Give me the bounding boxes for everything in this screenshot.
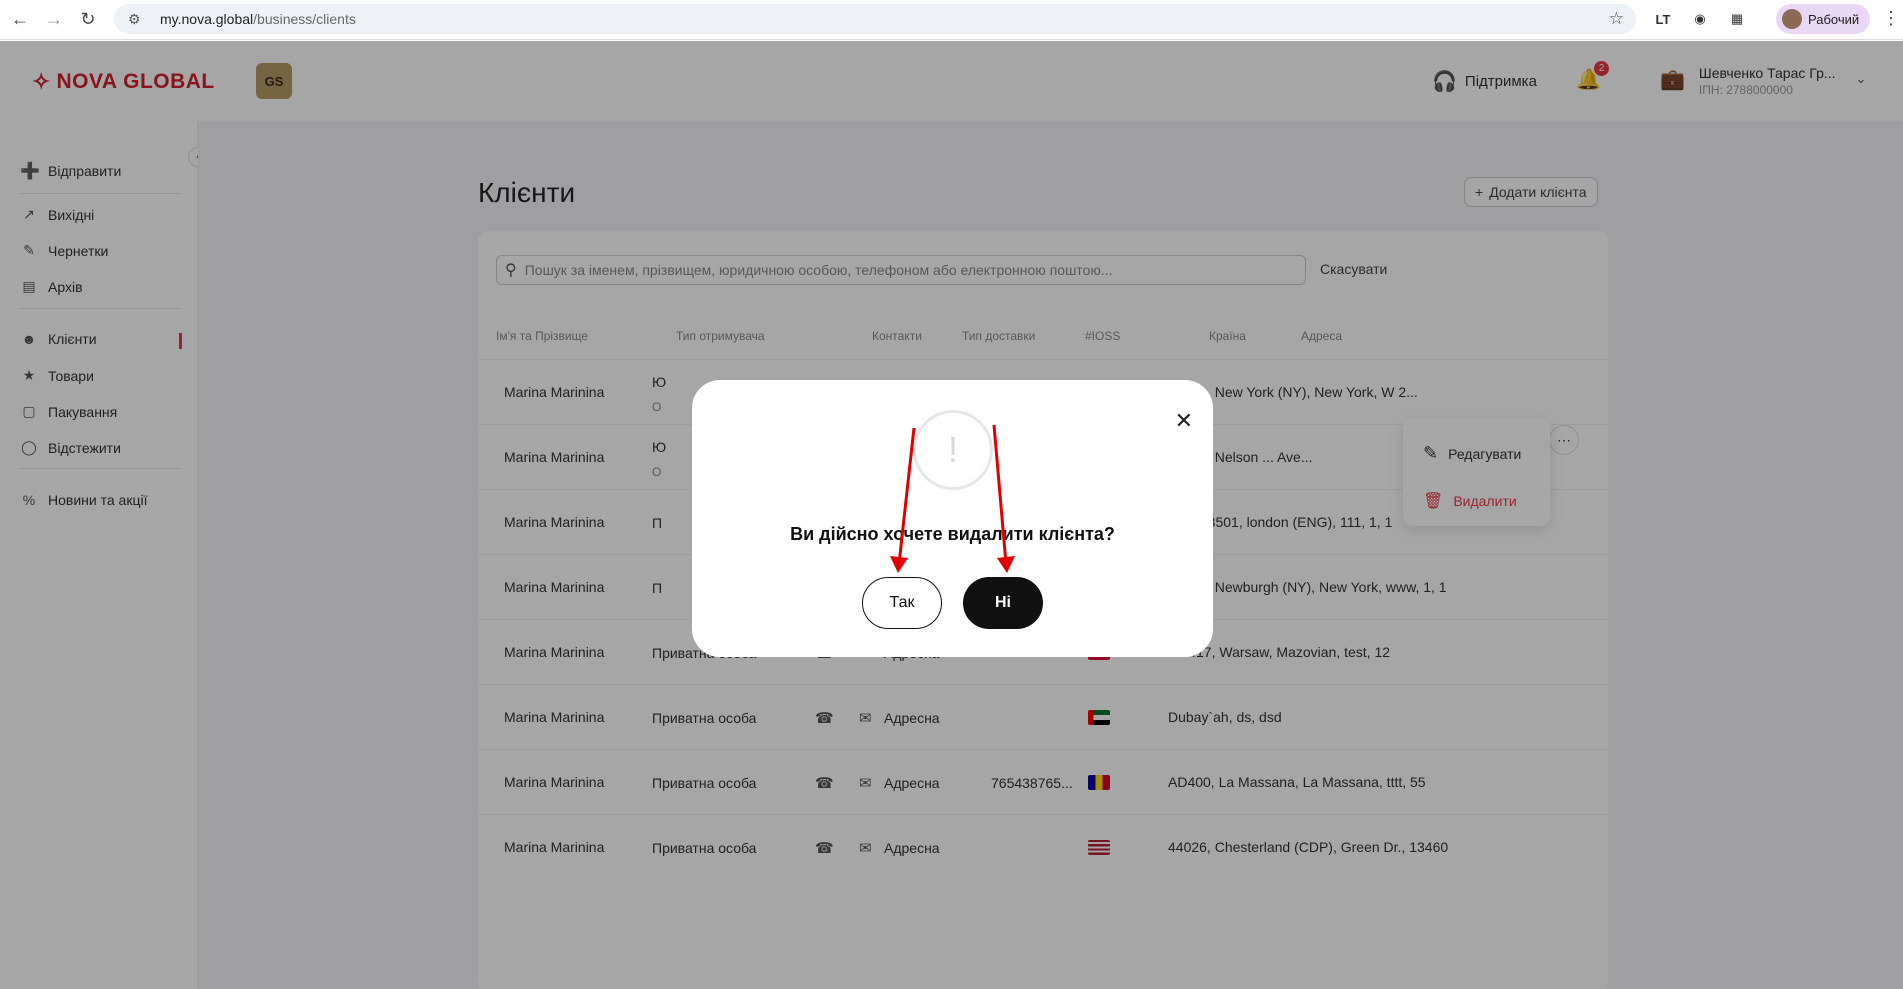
extensions-puzzle-icon[interactable]: ▦ bbox=[1726, 8, 1748, 30]
bookmark-star-icon[interactable]: ☆ bbox=[1609, 9, 1624, 29]
close-icon[interactable]: ✕ bbox=[1175, 408, 1193, 434]
browser-toolbar: ← → ↻ ⚙ my.nova.global/business/clients … bbox=[0, 0, 1903, 40]
dialog-question: Ви дійсно хочете видалити клієнта? bbox=[790, 524, 1115, 544]
avatar bbox=[1782, 9, 1802, 29]
confirm-yes-button[interactable]: Так bbox=[862, 577, 942, 629]
forward-arrow-icon[interactable]: → bbox=[40, 6, 68, 34]
url-text: my.nova.global/business/clients bbox=[160, 11, 356, 27]
back-arrow-icon[interactable]: ← bbox=[6, 6, 34, 34]
warning-icon: ! bbox=[913, 410, 993, 490]
reload-icon[interactable]: ↻ bbox=[74, 6, 102, 34]
extension-lt-icon[interactable]: LT bbox=[1652, 8, 1674, 30]
confirm-no-button[interactable]: Ні bbox=[963, 577, 1043, 629]
site-settings-icon[interactable]: ⚙ bbox=[128, 11, 150, 28]
camera-icon[interactable]: ◉ bbox=[1689, 8, 1711, 30]
address-bar[interactable]: ⚙ my.nova.global/business/clients ☆ bbox=[114, 4, 1636, 34]
delete-confirm-dialog: ✕ ! Ви дійсно хочете видалити клієнта? Т… bbox=[692, 380, 1213, 657]
app: ✧ NOVA GLOBAL GS 🎧 Підтримка 🔔 2 💼 Шевче… bbox=[0, 41, 1903, 989]
profile-label: Рабочий bbox=[1808, 11, 1860, 27]
browser-menu-icon[interactable]: ⋮ bbox=[1882, 8, 1900, 29]
profile-chip[interactable]: Рабочий bbox=[1776, 4, 1870, 34]
